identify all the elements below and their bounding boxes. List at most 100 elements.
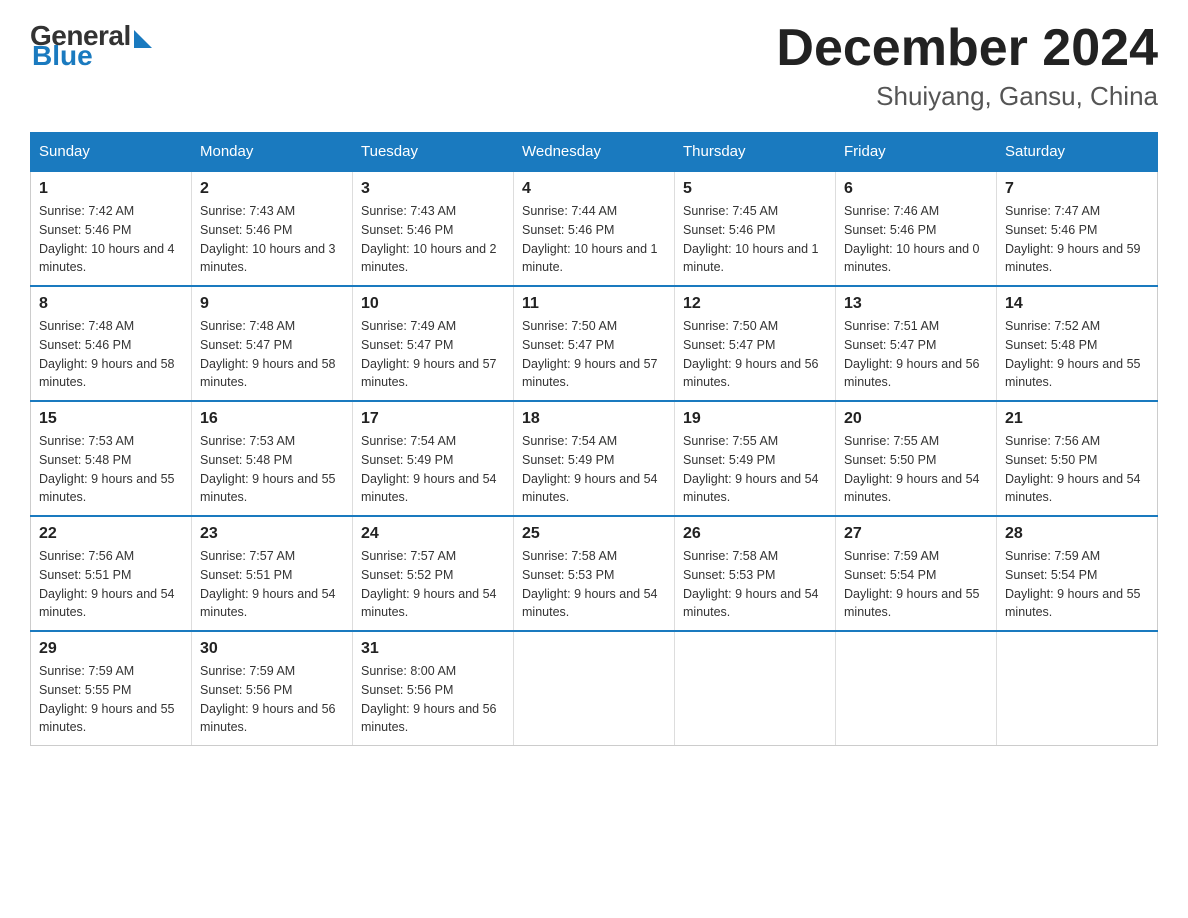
week-row-4: 22 Sunrise: 7:56 AMSunset: 5:51 PMDaylig… [31,516,1158,631]
day-cell: 9 Sunrise: 7:48 AMSunset: 5:47 PMDayligh… [192,286,353,401]
day-cell: 12 Sunrise: 7:50 AMSunset: 5:47 PMDaylig… [675,286,836,401]
day-cell: 23 Sunrise: 7:57 AMSunset: 5:51 PMDaylig… [192,516,353,631]
weekday-header-saturday: Saturday [997,133,1158,172]
day-info: Sunrise: 7:53 AMSunset: 5:48 PMDaylight:… [39,432,183,507]
day-number: 3 [361,180,505,198]
day-number: 15 [39,410,183,428]
day-number: 7 [1005,180,1149,198]
day-cell: 8 Sunrise: 7:48 AMSunset: 5:46 PMDayligh… [31,286,192,401]
day-cell: 4 Sunrise: 7:44 AMSunset: 5:46 PMDayligh… [514,171,675,286]
day-info: Sunrise: 7:47 AMSunset: 5:46 PMDaylight:… [1005,202,1149,277]
day-number: 26 [683,525,827,543]
day-cell: 18 Sunrise: 7:54 AMSunset: 5:49 PMDaylig… [514,401,675,516]
day-cell: 11 Sunrise: 7:50 AMSunset: 5:47 PMDaylig… [514,286,675,401]
location-title: Shuiyang, Gansu, China [776,81,1158,112]
day-info: Sunrise: 7:56 AMSunset: 5:50 PMDaylight:… [1005,432,1149,507]
logo-blue-text: Blue [32,40,93,72]
day-info: Sunrise: 7:49 AMSunset: 5:47 PMDaylight:… [361,317,505,392]
day-number: 1 [39,180,183,198]
day-info: Sunrise: 7:51 AMSunset: 5:47 PMDaylight:… [844,317,988,392]
day-number: 24 [361,525,505,543]
day-number: 18 [522,410,666,428]
day-number: 12 [683,295,827,313]
day-cell: 5 Sunrise: 7:45 AMSunset: 5:46 PMDayligh… [675,171,836,286]
day-info: Sunrise: 7:58 AMSunset: 5:53 PMDaylight:… [683,547,827,622]
day-info: Sunrise: 7:43 AMSunset: 5:46 PMDaylight:… [361,202,505,277]
day-info: Sunrise: 7:48 AMSunset: 5:47 PMDaylight:… [200,317,344,392]
day-cell: 30 Sunrise: 7:59 AMSunset: 5:56 PMDaylig… [192,631,353,746]
day-number: 25 [522,525,666,543]
day-info: Sunrise: 7:50 AMSunset: 5:47 PMDaylight:… [522,317,666,392]
day-number: 5 [683,180,827,198]
week-row-1: 1 Sunrise: 7:42 AMSunset: 5:46 PMDayligh… [31,171,1158,286]
day-info: Sunrise: 8:00 AMSunset: 5:56 PMDaylight:… [361,662,505,737]
day-info: Sunrise: 7:57 AMSunset: 5:51 PMDaylight:… [200,547,344,622]
day-cell: 1 Sunrise: 7:42 AMSunset: 5:46 PMDayligh… [31,171,192,286]
day-number: 23 [200,525,344,543]
day-cell: 13 Sunrise: 7:51 AMSunset: 5:47 PMDaylig… [836,286,997,401]
day-info: Sunrise: 7:46 AMSunset: 5:46 PMDaylight:… [844,202,988,277]
day-cell: 27 Sunrise: 7:59 AMSunset: 5:54 PMDaylig… [836,516,997,631]
day-number: 10 [361,295,505,313]
logo-triangle-icon [134,30,152,48]
day-number: 28 [1005,525,1149,543]
day-cell: 29 Sunrise: 7:59 AMSunset: 5:55 PMDaylig… [31,631,192,746]
day-cell: 14 Sunrise: 7:52 AMSunset: 5:48 PMDaylig… [997,286,1158,401]
logo: General Blue [30,20,152,72]
day-cell: 15 Sunrise: 7:53 AMSunset: 5:48 PMDaylig… [31,401,192,516]
day-info: Sunrise: 7:44 AMSunset: 5:46 PMDaylight:… [522,202,666,277]
day-cell: 10 Sunrise: 7:49 AMSunset: 5:47 PMDaylig… [353,286,514,401]
weekday-header-thursday: Thursday [675,133,836,172]
weekday-header-tuesday: Tuesday [353,133,514,172]
day-cell [514,631,675,746]
day-cell: 7 Sunrise: 7:47 AMSunset: 5:46 PMDayligh… [997,171,1158,286]
day-info: Sunrise: 7:48 AMSunset: 5:46 PMDaylight:… [39,317,183,392]
day-cell [675,631,836,746]
day-cell: 24 Sunrise: 7:57 AMSunset: 5:52 PMDaylig… [353,516,514,631]
day-info: Sunrise: 7:55 AMSunset: 5:50 PMDaylight:… [844,432,988,507]
day-cell: 3 Sunrise: 7:43 AMSunset: 5:46 PMDayligh… [353,171,514,286]
day-number: 14 [1005,295,1149,313]
day-cell: 17 Sunrise: 7:54 AMSunset: 5:49 PMDaylig… [353,401,514,516]
day-info: Sunrise: 7:59 AMSunset: 5:55 PMDaylight:… [39,662,183,737]
day-cell: 22 Sunrise: 7:56 AMSunset: 5:51 PMDaylig… [31,516,192,631]
day-number: 13 [844,295,988,313]
header-row: SundayMondayTuesdayWednesdayThursdayFrid… [31,133,1158,172]
day-cell: 21 Sunrise: 7:56 AMSunset: 5:50 PMDaylig… [997,401,1158,516]
day-number: 22 [39,525,183,543]
title-section: December 2024 Shuiyang, Gansu, China [776,20,1158,112]
week-row-5: 29 Sunrise: 7:59 AMSunset: 5:55 PMDaylig… [31,631,1158,746]
day-info: Sunrise: 7:43 AMSunset: 5:46 PMDaylight:… [200,202,344,277]
day-number: 4 [522,180,666,198]
weekday-header-sunday: Sunday [31,133,192,172]
day-info: Sunrise: 7:55 AMSunset: 5:49 PMDaylight:… [683,432,827,507]
day-info: Sunrise: 7:57 AMSunset: 5:52 PMDaylight:… [361,547,505,622]
day-info: Sunrise: 7:54 AMSunset: 5:49 PMDaylight:… [522,432,666,507]
day-number: 29 [39,640,183,658]
day-info: Sunrise: 7:56 AMSunset: 5:51 PMDaylight:… [39,547,183,622]
day-info: Sunrise: 7:53 AMSunset: 5:48 PMDaylight:… [200,432,344,507]
day-cell: 25 Sunrise: 7:58 AMSunset: 5:53 PMDaylig… [514,516,675,631]
day-info: Sunrise: 7:59 AMSunset: 5:54 PMDaylight:… [1005,547,1149,622]
day-number: 27 [844,525,988,543]
weekday-header-monday: Monday [192,133,353,172]
day-info: Sunrise: 7:50 AMSunset: 5:47 PMDaylight:… [683,317,827,392]
day-number: 2 [200,180,344,198]
day-info: Sunrise: 7:59 AMSunset: 5:54 PMDaylight:… [844,547,988,622]
day-info: Sunrise: 7:58 AMSunset: 5:53 PMDaylight:… [522,547,666,622]
week-row-3: 15 Sunrise: 7:53 AMSunset: 5:48 PMDaylig… [31,401,1158,516]
day-number: 30 [200,640,344,658]
day-number: 9 [200,295,344,313]
day-cell [997,631,1158,746]
day-cell: 31 Sunrise: 8:00 AMSunset: 5:56 PMDaylig… [353,631,514,746]
day-cell: 20 Sunrise: 7:55 AMSunset: 5:50 PMDaylig… [836,401,997,516]
week-row-2: 8 Sunrise: 7:48 AMSunset: 5:46 PMDayligh… [31,286,1158,401]
page-header: General Blue December 2024 Shuiyang, Gan… [30,20,1158,112]
day-info: Sunrise: 7:45 AMSunset: 5:46 PMDaylight:… [683,202,827,277]
day-number: 16 [200,410,344,428]
day-number: 6 [844,180,988,198]
day-number: 17 [361,410,505,428]
day-info: Sunrise: 7:59 AMSunset: 5:56 PMDaylight:… [200,662,344,737]
day-info: Sunrise: 7:42 AMSunset: 5:46 PMDaylight:… [39,202,183,277]
day-number: 20 [844,410,988,428]
